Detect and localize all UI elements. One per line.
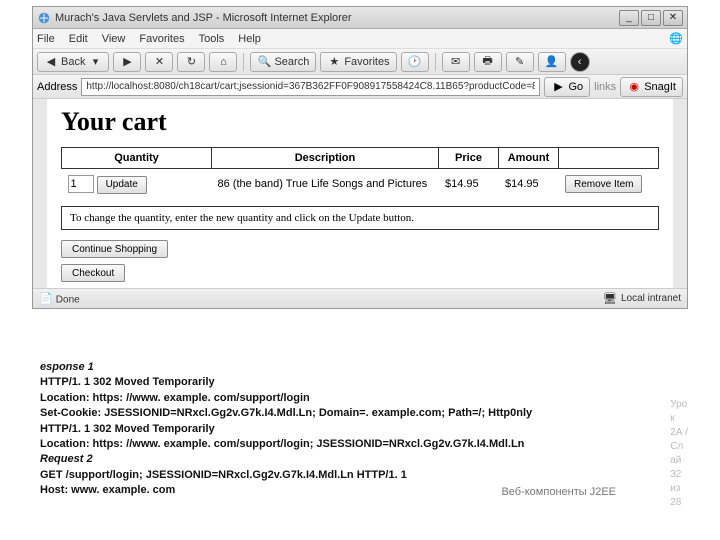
toolbar: ◀Back▾ ▶ ✕ ↻ ⌂ 🔍Search ★Favorites 🕑 ✉ 🖶 …	[33, 49, 687, 75]
http-line: Location: https: //www. example. com/sup…	[40, 437, 680, 452]
home-icon: ⌂	[216, 55, 230, 69]
refresh-icon: ↻	[184, 55, 198, 69]
toolbar-dark-button[interactable]: ‹	[570, 52, 590, 72]
star-icon: ★	[327, 55, 341, 69]
col-amount: Amount	[499, 148, 559, 169]
search-button[interactable]: 🔍Search	[250, 52, 316, 72]
address-bar: Address ▶Go links ◉SnagIt	[33, 75, 687, 99]
instruction-note: To change the quantity, enter the new qu…	[61, 206, 659, 230]
messenger-icon: 👤	[545, 55, 559, 69]
http-line: HTTP/1. 1 302 Moved Temporarily	[40, 422, 680, 437]
home-button[interactable]: ⌂	[209, 52, 237, 72]
ie-icon	[37, 11, 51, 25]
cell-price: $14.95	[439, 169, 499, 200]
print-button[interactable]: 🖶	[474, 52, 502, 72]
page-content: Your cart Quantity Description Price Amo…	[33, 99, 687, 288]
forward-icon: ▶	[120, 55, 134, 69]
http-line: Request 2	[40, 452, 680, 467]
links-label[interactable]: links	[594, 81, 616, 93]
status-bar: 📄 Done 🖥 Local intranet	[33, 288, 687, 308]
go-icon: ▶	[551, 80, 565, 94]
messenger-button[interactable]: 👤	[538, 52, 566, 72]
close-button[interactable]: ✕	[663, 10, 683, 26]
title-bar: Murach's Java Servlets and JSP - Microso…	[33, 7, 687, 29]
snagit-button[interactable]: ◉SnagIt	[620, 77, 683, 97]
menu-view[interactable]: View	[102, 33, 126, 45]
remove-button[interactable]: Remove Item	[565, 175, 642, 193]
status-text: Done	[56, 294, 80, 305]
continue-shopping-button[interactable]: Continue Shopping	[61, 240, 168, 258]
footer-text: Веб-компоненты J2EE	[501, 486, 616, 498]
refresh-button[interactable]: ↻	[177, 52, 205, 72]
ie-logo-icon: 🌐	[669, 32, 683, 46]
mail-icon: ✉	[449, 55, 463, 69]
side-fragment: Урок2А /Слай32из28	[670, 398, 688, 510]
http-line: GET /support/login; JSESSIONID=NRxcl.Gg2…	[40, 468, 680, 483]
history-button[interactable]: 🕑	[401, 52, 429, 72]
cart-table: Quantity Description Price Amount Update…	[61, 147, 659, 200]
print-icon: 🖶	[481, 55, 495, 69]
http-line: Location: https: //www. example. com/sup…	[40, 391, 680, 406]
back-button[interactable]: ◀Back▾	[37, 52, 109, 72]
page-heading: Your cart	[61, 107, 659, 137]
done-icon: 📄	[39, 292, 53, 306]
address-label: Address	[37, 81, 77, 93]
http-line: Set-Cookie: JSESSIONID=NRxcl.Gg2v.G7k.I4…	[40, 406, 680, 421]
menu-bar: File Edit View Favorites Tools Help 🌐	[33, 29, 687, 49]
col-quantity: Quantity	[62, 148, 212, 169]
history-icon: 🕑	[408, 55, 422, 69]
edit-icon: ✎	[513, 55, 527, 69]
menu-edit[interactable]: Edit	[69, 33, 88, 45]
menu-file[interactable]: File	[37, 33, 55, 45]
go-button[interactable]: ▶Go	[544, 77, 590, 97]
update-button[interactable]: Update	[97, 176, 147, 194]
http-trace: esponse 1 HTTP/1. 1 302 Moved Temporaril…	[40, 360, 680, 499]
back-icon: ◀	[44, 55, 58, 69]
window-title: Murach's Java Servlets and JSP - Microso…	[55, 12, 619, 24]
menu-favorites[interactable]: Favorites	[139, 33, 184, 45]
col-price: Price	[439, 148, 499, 169]
http-line: HTTP/1. 1 302 Moved Temporarily	[40, 375, 680, 390]
cell-amount: $14.95	[499, 169, 559, 200]
favorites-button[interactable]: ★Favorites	[320, 52, 396, 72]
menu-tools[interactable]: Tools	[199, 33, 225, 45]
http-line: esponse 1	[40, 360, 680, 375]
chevron-down-icon: ▾	[88, 55, 102, 69]
mail-button[interactable]: ✉	[442, 52, 470, 72]
col-description: Description	[212, 148, 439, 169]
cell-description: 86 (the band) True Life Songs and Pictur…	[212, 169, 439, 200]
snagit-icon: ◉	[627, 80, 641, 94]
menu-help[interactable]: Help	[238, 33, 261, 45]
cart-row: Update 86 (the band) True Life Songs and…	[62, 169, 659, 200]
minimize-button[interactable]: _	[619, 10, 639, 26]
stop-icon: ✕	[152, 55, 166, 69]
address-input[interactable]	[81, 78, 540, 96]
edit-button[interactable]: ✎	[506, 52, 534, 72]
search-icon: 🔍	[257, 55, 271, 69]
stop-button[interactable]: ✕	[145, 52, 173, 72]
forward-button[interactable]: ▶	[113, 52, 141, 72]
quantity-input[interactable]	[68, 175, 94, 193]
zone-text: Local intranet	[621, 293, 681, 304]
maximize-button[interactable]: □	[641, 10, 661, 26]
intranet-icon: 🖥	[603, 292, 617, 306]
checkout-button[interactable]: Checkout	[61, 264, 125, 282]
